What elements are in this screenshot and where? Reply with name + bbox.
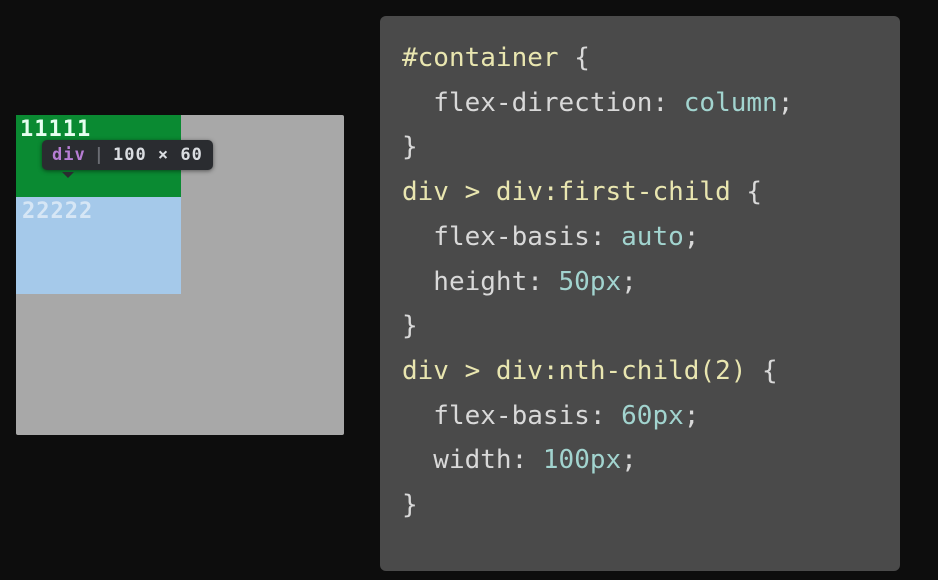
css-value: 100px	[543, 445, 621, 475]
flex-container: 11111 div | 100 × 60 22222	[16, 115, 344, 435]
selector: #container	[402, 43, 559, 73]
tooltip-dimensions: 100 × 60	[113, 145, 203, 165]
selector: div > div:nth-child(2)	[402, 356, 746, 386]
css-value: auto	[621, 222, 684, 252]
css-value: 50px	[559, 267, 622, 297]
css-property: height	[433, 267, 527, 297]
selector: div > div:first-child	[402, 177, 731, 207]
flex-preview-panel: 11111 div | 100 × 60 22222	[16, 115, 344, 435]
css-property: flex-basis	[433, 222, 590, 252]
tooltip-separator: |	[94, 145, 105, 165]
css-property: flex-basis	[433, 401, 590, 431]
devtools-size-tooltip: div | 100 × 60	[42, 140, 213, 170]
css-value: column	[684, 88, 778, 118]
css-property: flex-direction	[433, 88, 652, 118]
demo-canvas: 11111 div | 100 × 60 22222 #container { …	[0, 0, 938, 580]
flex-item-2-label: 22222	[22, 199, 93, 224]
flex-item-1[interactable]: 11111 div | 100 × 60	[16, 115, 181, 197]
css-code-panel: #container { flex-direction: column; } d…	[380, 16, 900, 571]
css-property: width	[433, 445, 511, 475]
css-value: 60px	[621, 401, 684, 431]
tooltip-tagname: div	[52, 145, 86, 165]
flex-item-2[interactable]: 22222	[16, 197, 181, 294]
